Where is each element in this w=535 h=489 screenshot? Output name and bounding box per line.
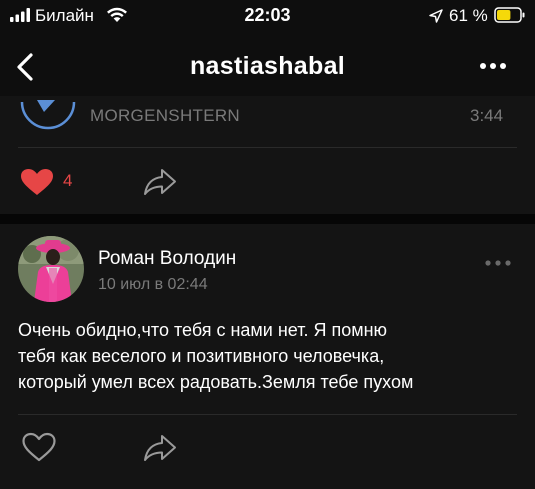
audio-duration: 3:44 [470,106,504,125]
post-date: 10 июл в 02:44 [98,276,208,293]
post-text-line: который умел всех радовать.Земля тебе пу… [18,372,414,392]
post-separator [0,214,535,224]
post-audio: MORGENSHTERN 3:44 4 [0,96,535,214]
post-text-line: тебя как веселого и позитивного человечк… [18,346,385,366]
like-button[interactable]: 4 [20,166,84,196]
audio-play-icon[interactable] [20,96,76,134]
more-options-icon[interactable] [478,60,508,72]
divider [18,147,517,148]
status-bar: Билайн 22:03 61 % [0,0,535,34]
navigation-bar: nastiashabal [0,34,535,96]
share-icon[interactable] [143,434,177,462]
post-more-icon[interactable] [484,258,512,268]
battery-percent: 61 % [449,6,488,25]
divider [18,414,517,415]
post: Роман Володин 10 июл в 02:44 Очень обидн… [0,224,535,489]
battery-icon [494,7,525,23]
post-text: Очень обидно,что тебя с нами нет. Я помн… [18,317,518,395]
heart-outline-icon[interactable] [22,432,56,462]
heart-filled-icon [21,169,53,195]
location-arrow-icon [429,9,443,23]
author-name[interactable]: Роман Володин [98,248,236,270]
share-icon[interactable] [143,168,177,196]
avatar[interactable] [18,236,84,302]
post-text-line: Очень обидно,что тебя с нами нет. Я помн… [18,320,388,340]
audio-artist: MORGENSHTERN [90,106,240,125]
page-title: nastiashabal [189,52,346,80]
like-count: 4 [63,171,73,190]
feed: MORGENSHTERN 3:44 4 Роман Володин 10 июл… [0,96,535,489]
